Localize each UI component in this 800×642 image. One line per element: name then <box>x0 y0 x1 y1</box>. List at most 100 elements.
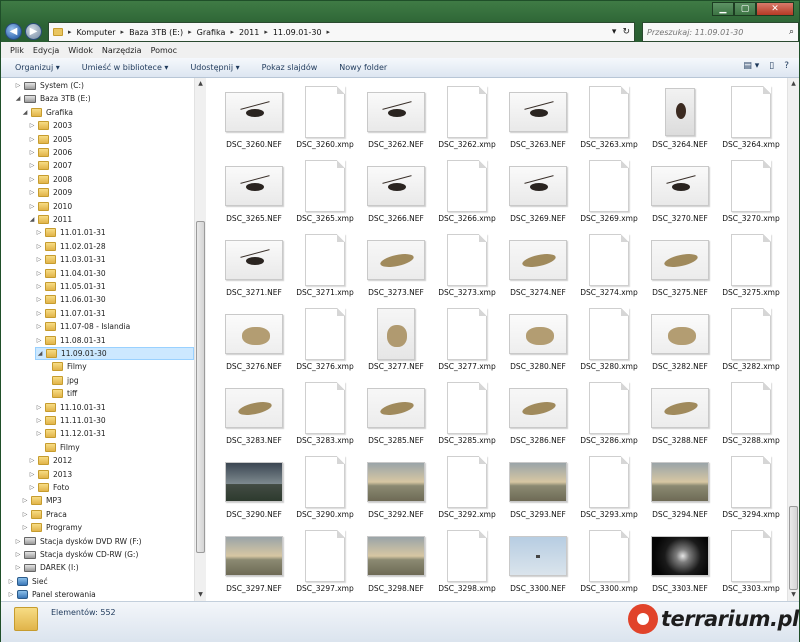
expand-arrow-icon[interactable]: ▷ <box>7 578 15 585</box>
file-view-scrollbar[interactable]: ▲ ▼ <box>787 78 799 601</box>
expand-arrow-icon[interactable]: ▷ <box>35 283 43 290</box>
dropdown-arrow-icon[interactable]: ▾ <box>612 27 617 37</box>
file-item[interactable]: DSC_3293.NEF <box>502 454 574 526</box>
scroll-thumb[interactable] <box>789 506 798 590</box>
expand-arrow-icon[interactable]: ▷ <box>14 538 22 545</box>
file-item[interactable]: DSC_3260.xmp <box>289 84 361 156</box>
file-item[interactable]: DSC_3277.NEF <box>360 306 432 378</box>
tree-item[interactable]: ▷ 2009 <box>28 186 72 199</box>
expand-arrow-icon[interactable]: ▷ <box>14 82 22 89</box>
file-item[interactable]: DSC_3270.NEF <box>644 158 716 230</box>
file-item[interactable]: DSC_3285.NEF <box>360 380 432 452</box>
expand-arrow-icon[interactable]: ▷ <box>28 149 36 156</box>
file-item[interactable]: DSC_3300.NEF <box>502 528 574 600</box>
file-item[interactable]: DSC_3292.xmp <box>431 454 503 526</box>
tree-item[interactable]: ▷ Foto <box>28 481 69 494</box>
tree-item[interactable]: ▷ 2005 <box>28 133 72 146</box>
file-item[interactable]: DSC_3262.NEF <box>360 84 432 156</box>
file-item[interactable]: DSC_3283.NEF <box>218 380 290 452</box>
tree-item[interactable]: ▷ 2006 <box>28 146 72 159</box>
expand-arrow-icon[interactable]: ▷ <box>35 404 43 411</box>
close-button[interactable]: ✕ <box>756 2 794 16</box>
menu-item[interactable]: Widok <box>68 46 93 55</box>
file-item[interactable]: DSC_3277.xmp <box>431 306 503 378</box>
toolbar-button[interactable]: Organizuj ▾ <box>15 63 60 72</box>
expand-arrow-icon[interactable]: ▷ <box>35 229 43 236</box>
file-item[interactable]: DSC_3290.xmp <box>289 454 361 526</box>
file-item[interactable]: DSC_3286.NEF <box>502 380 574 452</box>
file-item[interactable]: DSC_3273.NEF <box>360 232 432 304</box>
expand-arrow-icon[interactable]: ▷ <box>35 430 43 437</box>
menu-item[interactable]: Edycja <box>33 46 59 55</box>
file-item[interactable]: DSC_3265.xmp <box>289 158 361 230</box>
tree-item[interactable]: ◢ 2011 <box>28 213 72 226</box>
file-item[interactable]: DSC_3264.NEF <box>644 84 716 156</box>
file-item[interactable]: DSC_3266.NEF <box>360 158 432 230</box>
tree-item[interactable]: ◢ Grafika <box>21 106 73 119</box>
minimize-button[interactable]: ▁ <box>712 2 734 16</box>
expand-arrow-icon[interactable]: ▷ <box>14 551 22 558</box>
file-item[interactable]: DSC_3297.xmp <box>289 528 361 600</box>
file-item[interactable]: DSC_3264.xmp <box>715 84 787 156</box>
tree-item[interactable]: ▷ 11.06.01-30 <box>35 293 106 306</box>
tree-item[interactable]: ▷ 11.01.01-31 <box>35 226 106 239</box>
help-icon[interactable]: ? <box>784 61 789 71</box>
expand-arrow-icon[interactable]: ◢ <box>36 350 44 357</box>
navigation-scrollbar[interactable]: ▲ ▼ <box>194 78 206 601</box>
tree-item[interactable]: ▷ System (C:) <box>14 79 84 92</box>
tree-item[interactable]: ▷ 11.08.01-31 <box>35 334 106 347</box>
expand-arrow-icon[interactable]: ▷ <box>28 203 36 210</box>
search-icon[interactable]: ⌕ <box>789 27 798 37</box>
toolbar-button[interactable]: Nowy folder <box>339 63 387 72</box>
file-item[interactable]: DSC_3280.xmp <box>573 306 645 378</box>
search-input[interactable] <box>647 27 777 37</box>
file-item[interactable]: DSC_3271.NEF <box>218 232 290 304</box>
toolbar-button[interactable]: Udostępnij ▾ <box>190 63 239 72</box>
expand-arrow-icon[interactable]: ▷ <box>14 564 22 571</box>
breadcrumb-item[interactable]: 2011 <box>239 28 259 37</box>
scroll-up-icon[interactable]: ▲ <box>195 78 206 89</box>
forward-button[interactable]: ▶ <box>25 23 42 40</box>
file-item[interactable]: DSC_3285.xmp <box>431 380 503 452</box>
scroll-down-icon[interactable]: ▼ <box>788 589 799 600</box>
menu-item[interactable]: Plik <box>10 46 24 55</box>
scroll-down-icon[interactable]: ▼ <box>195 589 206 600</box>
tree-item[interactable]: ▷ 2008 <box>28 173 72 186</box>
scroll-thumb[interactable] <box>196 221 205 553</box>
tree-item[interactable]: tiff <box>42 387 77 400</box>
file-item[interactable]: DSC_3276.xmp <box>289 306 361 378</box>
file-item[interactable]: DSC_3280.NEF <box>502 306 574 378</box>
expand-arrow-icon[interactable]: ◢ <box>21 109 29 116</box>
expand-arrow-icon[interactable]: ▷ <box>35 417 43 424</box>
expand-arrow-icon[interactable]: ▷ <box>28 162 36 169</box>
expand-arrow-icon[interactable]: ▷ <box>7 591 15 598</box>
file-item[interactable]: DSC_3274.xmp <box>573 232 645 304</box>
file-item[interactable]: DSC_3260.NEF <box>218 84 290 156</box>
file-item[interactable]: DSC_3294.xmp <box>715 454 787 526</box>
tree-item[interactable]: ▷ 11.07.01-31 <box>35 307 106 320</box>
back-button[interactable]: ◀ <box>5 23 22 40</box>
preview-pane-icon[interactable]: ▯ <box>769 61 774 71</box>
file-item[interactable]: DSC_3288.NEF <box>644 380 716 452</box>
file-item[interactable]: DSC_3282.xmp <box>715 306 787 378</box>
file-item[interactable]: DSC_3292.NEF <box>360 454 432 526</box>
chevron-right-icon[interactable]: ▸ <box>230 28 234 36</box>
expand-arrow-icon[interactable]: ▷ <box>28 136 36 143</box>
file-item[interactable]: DSC_3276.NEF <box>218 306 290 378</box>
file-item[interactable]: DSC_3265.NEF <box>218 158 290 230</box>
tree-item[interactable]: ▷ Stacja dysków DVD RW (F:) <box>14 535 142 548</box>
change-view-icon[interactable]: ▤ ▾ <box>743 61 759 71</box>
tree-item[interactable]: ▷ Programy <box>21 521 82 534</box>
file-item[interactable]: DSC_3274.NEF <box>502 232 574 304</box>
file-item[interactable]: DSC_3298.NEF <box>360 528 432 600</box>
file-item[interactable]: DSC_3290.NEF <box>218 454 290 526</box>
file-item[interactable]: DSC_3298.xmp <box>431 528 503 600</box>
expand-arrow-icon[interactable]: ▷ <box>28 122 36 129</box>
tree-item[interactable]: ▷ 2003 <box>28 119 72 132</box>
breadcrumb-item[interactable]: Baza 3TB (E:) <box>129 28 183 37</box>
file-item[interactable]: DSC_3300.xmp <box>573 528 645 600</box>
file-item[interactable]: DSC_3288.xmp <box>715 380 787 452</box>
tree-item[interactable]: ▷ Panel sterowania <box>7 588 96 601</box>
file-item[interactable]: DSC_3275.xmp <box>715 232 787 304</box>
chevron-right-icon[interactable]: ▸ <box>121 28 125 36</box>
